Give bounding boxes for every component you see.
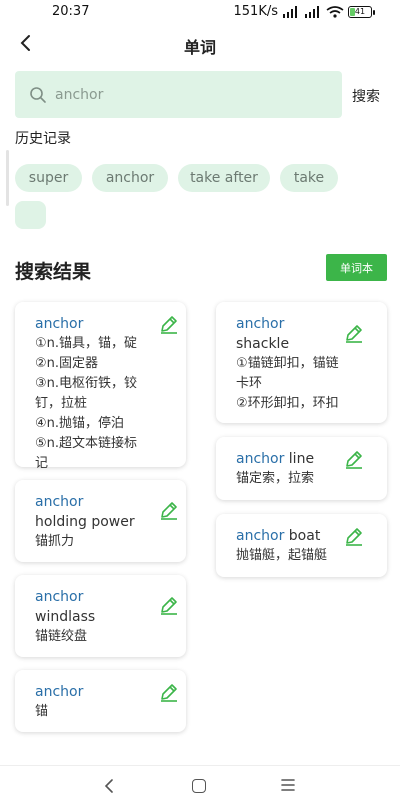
card-keyword: anchor: [35, 684, 84, 700]
word-card[interactable]: anchor 锚: [15, 670, 186, 732]
card-word: anchor boat: [236, 526, 339, 546]
battery-level: 41: [354, 7, 366, 16]
search-input[interactable]: [55, 86, 315, 103]
word-card[interactable]: anchor shackle ①锚链卸扣，锚链卡环 ②环形卸扣，环扣: [216, 302, 387, 423]
page-title: 单词: [183, 38, 216, 57]
results-title: 搜索结果: [15, 261, 92, 283]
edit-pencil-icon[interactable]: [159, 682, 179, 702]
edit-pencil-icon[interactable]: [344, 449, 364, 469]
card-word: anchor holding power: [35, 492, 138, 532]
word-card[interactable]: anchor boat 抛锚艇，起锚艇: [216, 514, 387, 577]
card-keyword: anchor: [236, 451, 285, 467]
history-chip[interactable]: anchor: [92, 164, 168, 192]
card-keyword: anchor: [236, 316, 285, 332]
edit-pencil-icon[interactable]: [159, 595, 179, 615]
card-word-rest: shackle: [236, 336, 290, 352]
history-chip[interactable]: [15, 201, 46, 229]
edit-pencil-icon[interactable]: [344, 526, 364, 546]
search-button[interactable]: 搜索: [352, 86, 380, 106]
card-keyword: anchor: [35, 316, 84, 332]
card-word-rest: windlass: [35, 609, 96, 625]
status-bar: 20:37 151K/s 41: [0, 0, 400, 24]
card-word: anchor windlass: [35, 587, 138, 627]
edit-pencil-icon[interactable]: [344, 323, 364, 343]
word-card[interactable]: anchor line 锚定索，拉索: [216, 437, 387, 500]
cellular-signal-2-icon: [305, 5, 319, 18]
wordbook-button[interactable]: 单词本: [326, 254, 387, 281]
card-definition: 抛锚艇，起锚艇: [236, 548, 328, 563]
status-icons: 151K/s 41: [233, 4, 375, 19]
network-speed: 151K/s: [233, 4, 279, 19]
card-definition: ①n.锚具，锚，碇: [35, 336, 138, 351]
card-word-rest: boat: [284, 528, 321, 544]
card-definition: 锚定索，拉索: [236, 471, 315, 486]
edit-pencil-icon[interactable]: [159, 314, 179, 334]
card-definition: ②环形卸扣，环扣: [236, 396, 339, 411]
card-definition: ④n.抛锚，停泊: [35, 416, 125, 431]
word-card[interactable]: anchor ①n.锚具，锚，碇 ②n.固定器 ③n.电枢衔铁，铰钉，拉桩 ④n…: [15, 302, 186, 471]
word-card[interactable]: anchor windlass 锚链绞盘: [15, 575, 186, 657]
history-chip[interactable]: take: [280, 164, 338, 192]
nav-bar: 单词: [0, 24, 400, 64]
card-definition: 锚链绞盘: [35, 629, 88, 644]
status-time: 20:37: [52, 4, 90, 19]
system-back-icon[interactable]: [104, 779, 114, 793]
edit-pencil-icon[interactable]: [159, 500, 179, 520]
card-keyword: anchor: [35, 494, 84, 510]
history-title: 历史记录: [15, 131, 71, 147]
card-word: anchor line: [236, 449, 339, 469]
card-definition: ②n.固定器: [35, 356, 99, 371]
card-definition: ①锚链卸扣，锚链卡环: [236, 356, 339, 391]
system-menu-icon[interactable]: [281, 778, 295, 792]
word-card[interactable]: anchor holding power 锚抓力: [15, 480, 186, 562]
card-word: anchor: [35, 314, 138, 334]
wifi-icon: [326, 5, 344, 18]
card-word-rest: line: [284, 451, 315, 467]
system-home-icon[interactable]: [192, 779, 206, 793]
battery-icon: 41: [348, 5, 375, 18]
card-definition: ③n.电枢衔铁，铰钉，拉桩: [35, 376, 138, 411]
card-definition: ⑤n.超文本链接标记: [35, 436, 138, 471]
scroll-indicator: [6, 150, 9, 206]
card-keyword: anchor: [236, 528, 285, 544]
history-chip[interactable]: super: [15, 164, 82, 192]
card-definition: 锚: [35, 704, 49, 719]
cellular-signal-icon: [283, 5, 297, 18]
card-definition: 锚抓力: [35, 534, 75, 549]
card-word: anchor: [35, 682, 138, 702]
card-word: anchor shackle: [236, 314, 339, 354]
card-keyword: anchor: [35, 589, 84, 605]
search-icon: [30, 86, 46, 103]
system-nav-bar: [0, 765, 400, 800]
card-word-rest: holding power: [35, 514, 135, 530]
history-chip[interactable]: take after: [178, 164, 270, 192]
search-box[interactable]: [15, 71, 342, 118]
